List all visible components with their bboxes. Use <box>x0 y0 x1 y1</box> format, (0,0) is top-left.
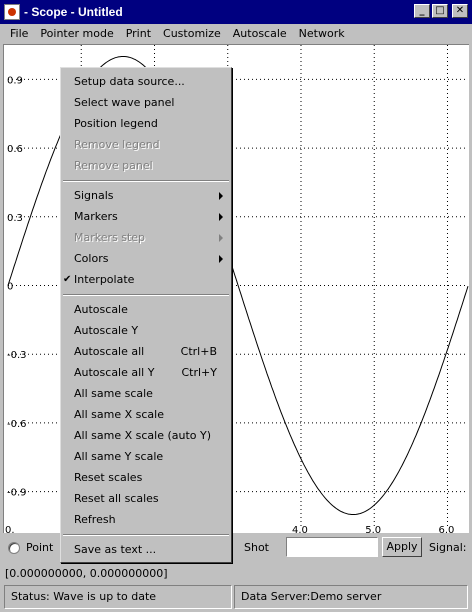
menu-separator <box>63 534 229 536</box>
menu-autoscale[interactable]: Autoscale <box>227 27 293 40</box>
menu-item-label: Position legend <box>74 117 158 130</box>
menu-item-label: Markers step <box>74 231 146 244</box>
menu-item-reset-scales[interactable]: Reset scales <box>61 467 231 488</box>
menu-bar: File Pointer mode Print Customize Autosc… <box>0 24 472 42</box>
menu-item-label: All same X scale (auto Y) <box>74 429 212 442</box>
menu-item-all-same-y-scale[interactable]: All same Y scale <box>61 446 231 467</box>
menu-pointer-mode[interactable]: Pointer mode <box>34 27 119 40</box>
submenu-arrow-icon <box>219 234 223 242</box>
menu-item-position-legend[interactable]: Position legend <box>61 113 231 134</box>
y-tick-label: -0.9 <box>7 488 27 499</box>
menu-item-remove-legend: Remove legend <box>61 134 231 155</box>
menu-item-label: Autoscale all Y <box>74 366 155 379</box>
apply-button[interactable]: Apply <box>382 537 422 557</box>
menu-item-colors[interactable]: Colors <box>61 248 231 269</box>
x-tick-label: 4.0 <box>292 525 308 534</box>
menu-item-label: Setup data source... <box>74 75 185 88</box>
menu-item-signals[interactable]: Signals <box>61 185 231 206</box>
submenu-arrow-icon <box>219 255 223 263</box>
data-server-text: Data Server:Demo server <box>234 585 468 609</box>
shot-label: Shot <box>244 541 269 554</box>
menu-item-setup-data-source[interactable]: Setup data source... <box>61 71 231 92</box>
menu-item-shortcut: Ctrl+Y <box>181 366 217 379</box>
menu-item-markers[interactable]: Markers <box>61 206 231 227</box>
menu-item-label: Markers <box>74 210 118 223</box>
submenu-arrow-icon <box>219 213 223 221</box>
y-tick-label: -0.3 <box>7 350 27 361</box>
menu-item-label: Select wave panel <box>74 96 175 109</box>
y-tick-label: 0.6 <box>7 144 23 155</box>
menu-separator <box>63 180 229 182</box>
status-text: Status: Wave is up to date <box>4 585 232 609</box>
menu-item-label: Autoscale all <box>74 345 145 358</box>
submenu-arrow-icon <box>219 192 223 200</box>
menu-item-select-wave-panel[interactable]: Select wave panel <box>61 92 231 113</box>
menu-item-label: Reset scales <box>74 471 143 484</box>
status-bar: Status: Wave is up to date Data Server:D… <box>0 584 472 610</box>
point-radio[interactable] <box>8 542 20 554</box>
window-title: - Scope - Untitled <box>24 5 123 19</box>
y-tick-label: 0.9 <box>7 75 23 86</box>
menu-item-interpolate[interactable]: ✔ Interpolate <box>61 269 231 290</box>
coordinate-readout: [0.000000000, 0.000000000] <box>5 567 168 580</box>
menu-item-label: Reset all scales <box>74 492 159 505</box>
menu-item-autoscale-all[interactable]: Autoscale all Ctrl+B <box>61 341 231 362</box>
minimize-button[interactable]: _ <box>414 4 430 18</box>
menu-item-save-as-text[interactable]: Save as text ... <box>61 539 231 560</box>
y-tick-label: 0.3 <box>7 213 23 224</box>
x-tick-label: 5.0 <box>365 525 381 534</box>
menu-item-autoscale-y[interactable]: Autoscale Y <box>61 320 231 341</box>
app-icon[interactable] <box>4 4 20 20</box>
menu-item-label: Save as text ... <box>74 543 157 556</box>
menu-item-markers-step: Markers step <box>61 227 231 248</box>
menu-customize[interactable]: Customize <box>157 27 227 40</box>
menu-item-label: All same scale <box>74 387 153 400</box>
x-tick-label: 0. <box>5 525 15 534</box>
close-button[interactable]: ✕ <box>452 4 468 18</box>
menu-item-all-same-x-scale[interactable]: All same X scale <box>61 404 231 425</box>
menu-item-label: Refresh <box>74 513 116 526</box>
menu-item-autoscale[interactable]: Autoscale <box>61 299 231 320</box>
menu-item-label: Remove legend <box>74 138 160 151</box>
menu-item-label: Autoscale <box>74 303 128 316</box>
y-tick-label: 0 <box>7 282 13 293</box>
menu-item-shortcut: Ctrl+B <box>180 345 217 358</box>
menu-item-label: Autoscale Y <box>74 324 139 337</box>
menu-network[interactable]: Network <box>293 27 351 40</box>
menu-print[interactable]: Print <box>120 27 157 40</box>
signal-label: Signal: <box>429 541 467 554</box>
point-label: Point <box>26 541 54 554</box>
maximize-button[interactable]: □ <box>432 4 448 18</box>
x-tick-label: 6.0 <box>438 525 454 534</box>
menu-file[interactable]: File <box>4 27 34 40</box>
menu-item-all-same-x-scale-auto-y[interactable]: All same X scale (auto Y) <box>61 425 231 446</box>
menu-item-label: All same Y scale <box>74 450 164 463</box>
context-menu: Setup data source... Select wave panel Pos… <box>60 67 232 563</box>
menu-item-all-same-scale[interactable]: All same scale <box>61 383 231 404</box>
menu-item-label: All same X scale <box>74 408 164 421</box>
menu-item-reset-all-scales[interactable]: Reset all scales <box>61 488 231 509</box>
shot-input[interactable] <box>286 537 378 557</box>
check-icon: ✔ <box>63 274 72 285</box>
title-bar: - Scope - Untitled _ □ ✕ <box>0 0 472 24</box>
menu-item-refresh[interactable]: Refresh <box>61 509 231 530</box>
y-tick-label: -0.6 <box>7 419 27 430</box>
menu-item-autoscale-all-y[interactable]: Autoscale all Y Ctrl+Y <box>61 362 231 383</box>
menu-item-remove-panel: Remove panel <box>61 155 231 176</box>
menu-separator <box>63 294 229 296</box>
menu-item-label: Remove panel <box>74 159 153 172</box>
menu-item-label: Interpolate <box>74 273 135 286</box>
menu-item-label: Colors <box>74 252 109 265</box>
menu-item-label: Signals <box>74 189 114 202</box>
